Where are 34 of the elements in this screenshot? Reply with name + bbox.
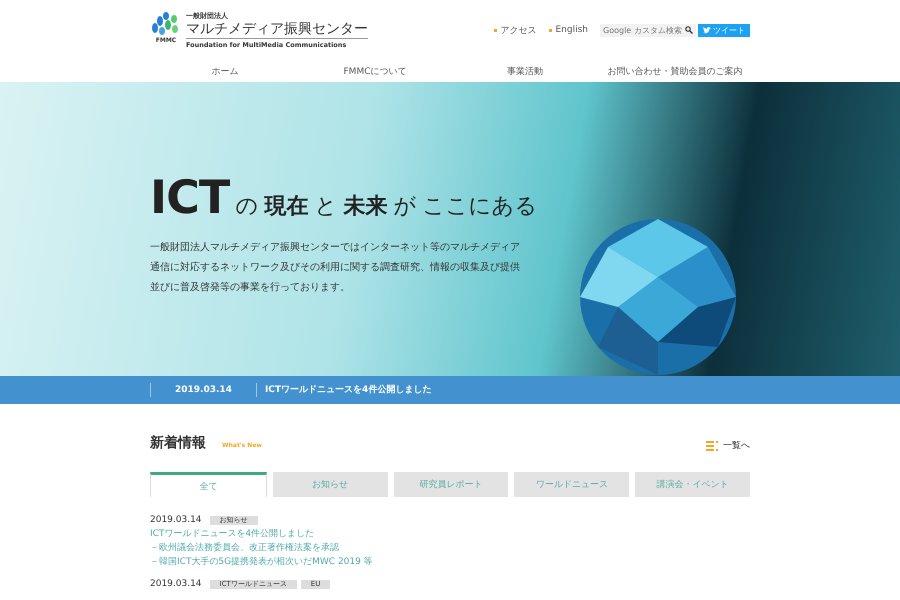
ticker-link[interactable]: ICTワールドニュースを4件公開しました (256, 383, 432, 397)
news-date: 2019.03.14 (150, 515, 202, 525)
news-link[interactable]: ICTワールドニュースを4件公開しました (150, 527, 750, 541)
category-tab[interactable]: ワールドニュース (514, 472, 630, 497)
news-date: 2019.03.14 (150, 579, 202, 589)
ticker-date: 2019.03.14 (150, 383, 256, 397)
logo-name: マルチメディア振興センター (186, 21, 368, 39)
header-link[interactable]: English (548, 25, 588, 35)
section-title: 新着情報 (150, 434, 206, 452)
headline-text: 現在 (264, 193, 308, 221)
list-link[interactable]: 一覧へ (706, 439, 750, 452)
nav-link[interactable]: 事業活動 (450, 64, 600, 78)
category-tab[interactable]: 研究員レポート (394, 472, 508, 497)
nav-link[interactable]: FMMCについて (300, 64, 450, 78)
tweet-button[interactable]: ツイート (698, 24, 750, 36)
header-link[interactable]: アクセス (494, 24, 536, 36)
list-icon (706, 440, 718, 450)
category-tab[interactable]: 全て (150, 472, 267, 497)
headline-text: の (235, 193, 258, 221)
nav-link[interactable]: ホーム (150, 64, 300, 78)
bird-icon (703, 26, 711, 34)
hero-description: 一般財団法人マルチメディア振興センターではインターネット等のマルチメディア通信に対応するネットワーク及びその利用に関する調査研究、情報の収集及び提供並びに普及啓発等の事業を行っております。 (150, 240, 521, 295)
category-tab[interactable]: 講演会・イベント (635, 472, 750, 497)
headline-text: ここにある (422, 193, 538, 221)
headline-text: と (314, 193, 338, 221)
search-icon[interactable] (685, 26, 693, 34)
headline-text: が (393, 193, 416, 221)
search-field[interactable]: Google カスタム検索 (600, 24, 696, 36)
headline-ict: ICT (150, 170, 230, 224)
news-link[interactable]: －韓国ICT大手の5G提携発表が相次いだMWC 2019 等 (150, 555, 750, 569)
category-tab[interactable]: お知らせ (272, 472, 388, 497)
nav-link[interactable]: お問い合わせ・賛助会員のご案内 (600, 64, 750, 78)
headline-text: 未来 (343, 193, 388, 221)
news-link[interactable]: －欧州議会法務委員会、改正著作権法案を承認 (150, 541, 750, 555)
